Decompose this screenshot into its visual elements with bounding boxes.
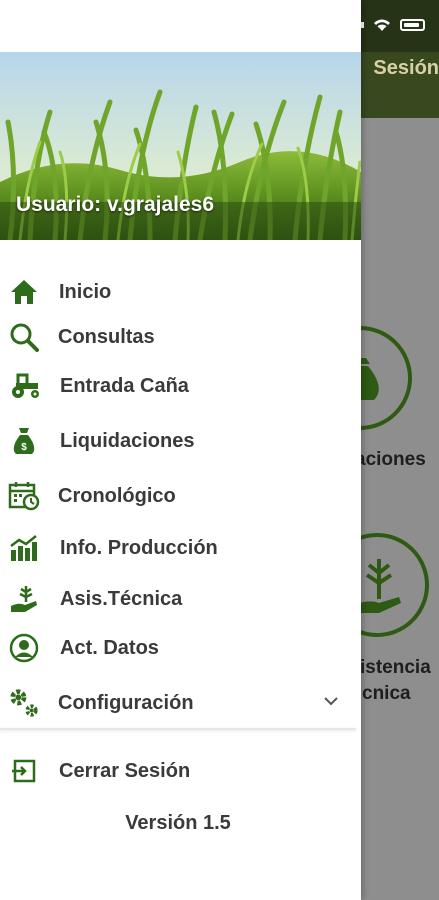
menu-item-entrada-cana[interactable]: Entrada Caña xyxy=(0,364,356,408)
menu-label-liquidaciones: Liquidaciones xyxy=(60,429,195,452)
gears-icon xyxy=(8,687,40,719)
menu-label-inicio: Inicio xyxy=(59,280,112,303)
menu-label-configuracion: Configuración xyxy=(58,691,194,714)
logout-icon xyxy=(8,755,40,787)
menu-item-liquidaciones[interactable]: $ Liquidaciones xyxy=(0,419,356,463)
menu-label-info-produccion: Info. Producción xyxy=(60,536,218,559)
plant-hand-icon xyxy=(8,583,40,615)
calendar-clock-icon xyxy=(8,480,40,512)
svg-text:$: $ xyxy=(21,442,27,453)
app-bar-title: Sesión xyxy=(373,57,439,79)
menu-label-consultas: Consultas xyxy=(58,325,155,348)
menu-label-asis-tecnica: Asis.Técnica xyxy=(60,587,183,610)
menu-label-cerrar-sesion: Cerrar Sesión xyxy=(59,759,191,782)
menu-item-act-datos[interactable]: Act. Datos xyxy=(0,626,356,670)
menu-label-cronologico: Cronológico xyxy=(58,484,176,507)
card-label-asistencia-2: cnica xyxy=(362,683,411,704)
card-label-liquidaciones: aciones xyxy=(355,449,426,470)
menu-item-configuracion[interactable]: Configuración xyxy=(0,681,356,725)
menu-item-asis-tecnica[interactable]: Asis.Técnica xyxy=(0,577,356,621)
menu-label-entrada-cana: Entrada Caña xyxy=(60,374,189,397)
menu-item-cronologico[interactable]: Cronológico xyxy=(0,474,356,518)
user-label: Usuario: v.grajales6 xyxy=(16,193,215,216)
navigation-drawer: Usuario: v.grajales6 Inicio Consultas En… xyxy=(0,0,361,900)
menu-item-info-produccion[interactable]: Info. Producción xyxy=(0,526,356,570)
card-label-asistencia-1: istencia xyxy=(360,657,431,678)
tractor-icon xyxy=(9,370,43,402)
bar-chart-icon xyxy=(8,532,40,564)
menu-item-inicio[interactable]: Inicio xyxy=(0,270,356,314)
money-bag-icon: $ xyxy=(8,425,40,457)
battery-icon xyxy=(400,19,425,31)
wifi-icon xyxy=(374,19,390,31)
version-label: Versión 1.5 xyxy=(125,812,231,834)
section-divider xyxy=(0,728,356,730)
home-icon xyxy=(8,276,40,308)
menu-item-cerrar-sesion[interactable]: Cerrar Sesión xyxy=(0,749,356,793)
chevron-down-icon[interactable] xyxy=(324,693,338,711)
status-icons xyxy=(356,14,425,36)
menu-label-act-datos: Act. Datos xyxy=(60,636,159,659)
user-circle-icon xyxy=(8,632,40,664)
search-icon xyxy=(8,321,40,353)
menu-item-consultas[interactable]: Consultas xyxy=(0,315,356,359)
